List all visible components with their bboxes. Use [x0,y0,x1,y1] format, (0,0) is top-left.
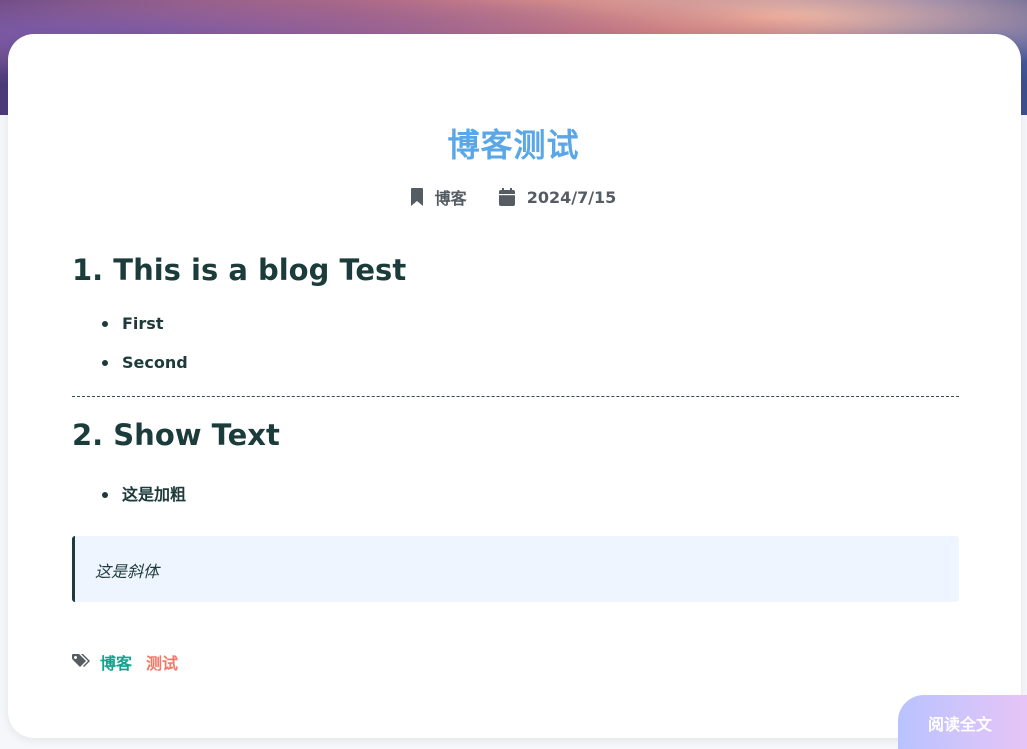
read-more-button[interactable]: 阅读全文 [898,695,1027,749]
tag-link-blog[interactable]: 博客 [100,650,132,674]
post-category-label: 博客 [434,189,467,208]
bookmark-icon [410,188,423,206]
post-title[interactable]: 博客测试 [0,120,1027,166]
calendar-icon [498,188,515,206]
post-tags: 博客 测试 [72,650,178,674]
post-meta: 博客 2024/7/15 [0,185,1027,209]
section-heading-2: 2. Show Text [72,418,280,452]
list-item: 这是加粗 [102,485,186,524]
blockquote: 这是斜体 [72,536,959,602]
section-heading-1: 1. This is a blog Test [72,253,407,287]
section-divider [72,396,959,397]
post-date: 2024/7/15 [498,187,617,207]
post-date-label: 2024/7/15 [526,187,617,207]
post-category[interactable]: 博客 [410,185,467,209]
tags-icon [72,654,90,667]
section-list-1: First Second [102,314,188,392]
list-item: First [102,314,188,353]
tag-link-test[interactable]: 测试 [146,650,178,674]
list-item: Second [102,353,188,392]
section-list-2: 这是加粗 [102,485,186,524]
